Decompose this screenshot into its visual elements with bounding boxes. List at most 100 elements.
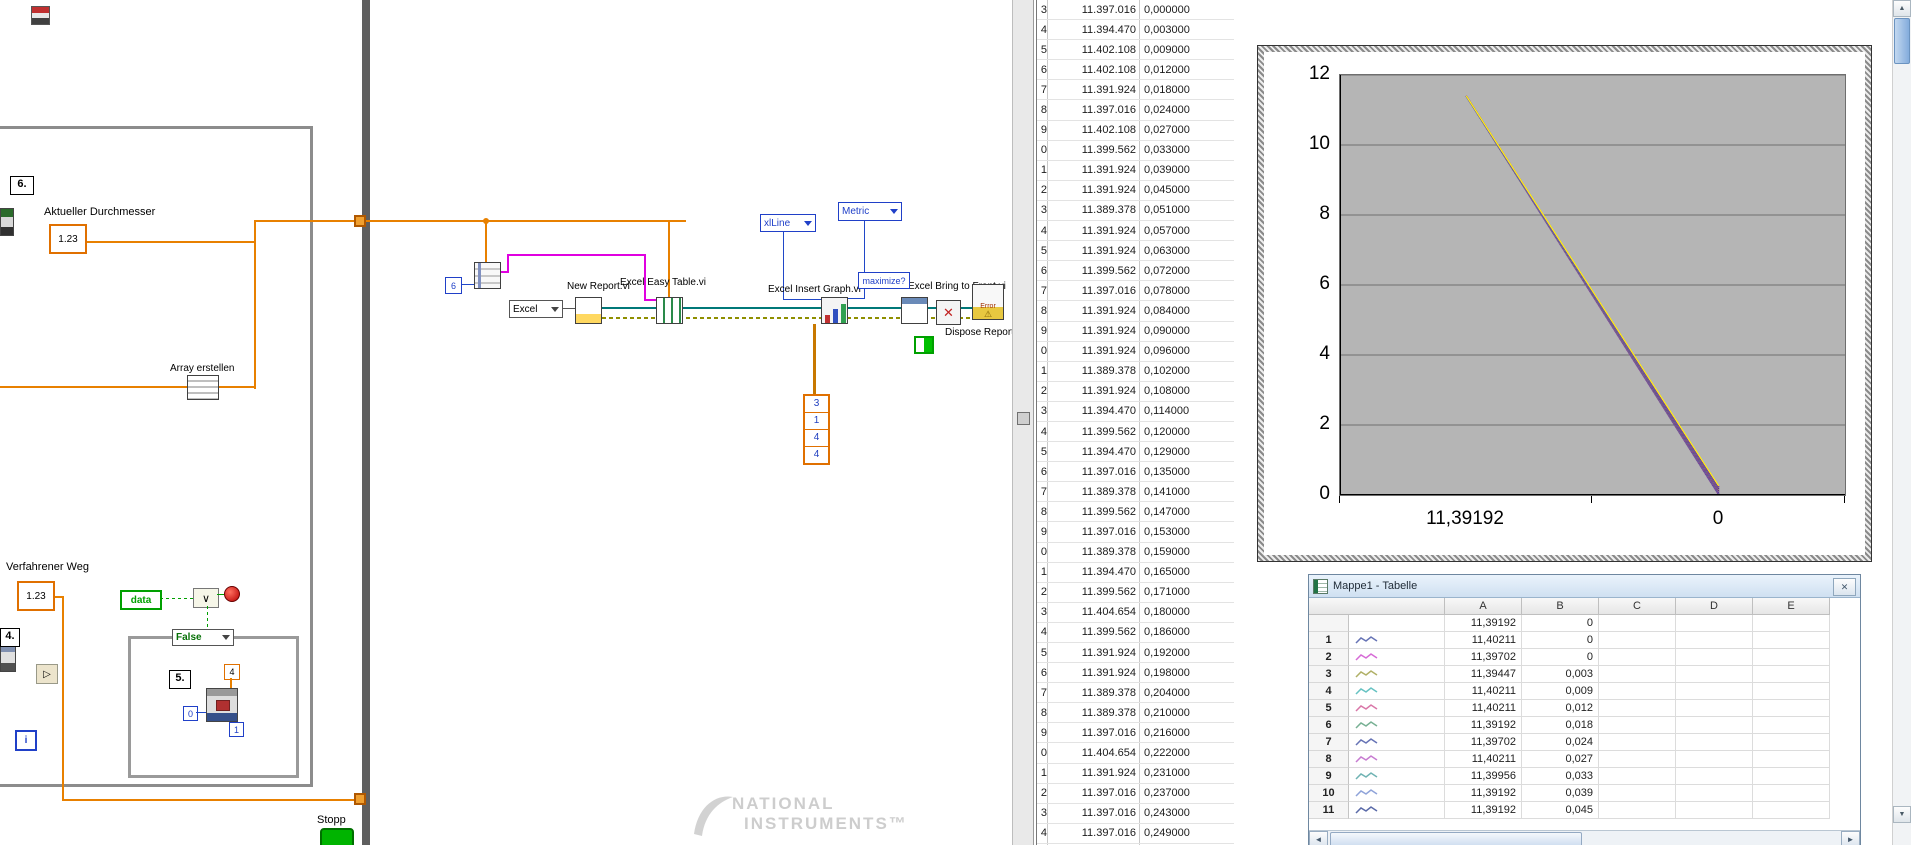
worksheet-row[interactable]: 2 11,39702 0: [1309, 649, 1860, 666]
case-selector[interactable]: False: [172, 629, 234, 646]
array-element[interactable]: 4: [805, 430, 828, 447]
cell-e[interactable]: [1753, 649, 1830, 666]
cell-b[interactable]: 0,012: [1522, 700, 1599, 717]
scroll-up-button[interactable]: ▲: [1893, 0, 1911, 17]
partial-terminal-icon[interactable]: [0, 208, 14, 236]
worksheet-row[interactable]: 9 11,39956 0,033: [1309, 768, 1860, 785]
pane-splitter[interactable]: [1012, 0, 1034, 845]
cell-a[interactable]: 11,40211: [1445, 683, 1522, 700]
splitter-handle[interactable]: [1017, 412, 1030, 425]
cell-a[interactable]: 11,39447: [1445, 666, 1522, 683]
column-header-d[interactable]: D: [1676, 598, 1753, 615]
sparkline-cell[interactable]: [1349, 683, 1445, 700]
cell-e[interactable]: [1753, 615, 1830, 632]
cell-a[interactable]: 11,39192: [1445, 802, 1522, 819]
cell-d[interactable]: [1676, 632, 1753, 649]
cell-b[interactable]: 0,024: [1522, 734, 1599, 751]
small-vi-icon[interactable]: [31, 6, 50, 25]
column-header-e[interactable]: E: [1753, 598, 1830, 615]
dispose-report-vi-icon[interactable]: ✕: [936, 300, 961, 325]
cell-c[interactable]: [1599, 768, 1676, 785]
numeric-terminal[interactable]: 1.23: [17, 581, 55, 611]
cell-b[interactable]: 0,027: [1522, 751, 1599, 768]
worksheet-row[interactable]: 10 11,39192 0,039: [1309, 785, 1860, 802]
cell-c[interactable]: [1599, 615, 1676, 632]
scroll-right-button[interactable]: ►: [1841, 831, 1860, 845]
worksheet-row[interactable]: 6 11,39192 0,018: [1309, 717, 1860, 734]
cell-a[interactable]: 11,39956: [1445, 768, 1522, 785]
stopp-boolean[interactable]: [320, 828, 354, 845]
row-header[interactable]: 8: [1309, 751, 1349, 768]
scrollbar-thumb[interactable]: [1894, 18, 1910, 64]
worksheet-row[interactable]: 11,39192 0: [1309, 615, 1860, 632]
cell-d[interactable]: [1676, 649, 1753, 666]
cell-a[interactable]: 11,39702: [1445, 734, 1522, 751]
cell-b[interactable]: 0,018: [1522, 717, 1599, 734]
cell-a[interactable]: 11,39702: [1445, 649, 1522, 666]
array-element[interactable]: 4: [805, 447, 828, 463]
cell-a[interactable]: 11,40211: [1445, 751, 1522, 768]
row-header[interactable]: [1309, 615, 1349, 632]
cell-e[interactable]: [1753, 683, 1830, 700]
sparkline-cell[interactable]: [1349, 649, 1445, 666]
numeric-constant-0[interactable]: 0: [183, 706, 198, 721]
chart-window[interactable]: 0 2 4 6 8 10 12 11,39192 0: [1257, 45, 1872, 562]
cell-b[interactable]: 0: [1522, 632, 1599, 649]
numeric-constant-4[interactable]: 4: [224, 664, 240, 680]
boolean-constant[interactable]: [914, 336, 934, 354]
worksheet-window[interactable]: Mappe1 - Tabelle ✕ A B C D E 11,39192 0 1 1…: [1308, 574, 1861, 845]
cell-c[interactable]: [1599, 734, 1676, 751]
close-button[interactable]: ✕: [1833, 578, 1856, 596]
scroll-left-button[interactable]: ◄: [1309, 831, 1328, 845]
cell-d[interactable]: [1676, 734, 1753, 751]
iteration-terminal[interactable]: i: [15, 730, 37, 751]
stop-led-icon[interactable]: [224, 586, 240, 602]
sparkline-cell[interactable]: [1349, 666, 1445, 683]
right-scrollbar[interactable]: ▲ ▼: [1892, 0, 1911, 845]
array-element[interactable]: 1: [805, 413, 828, 430]
column-header-b[interactable]: B: [1522, 598, 1599, 615]
horizontal-scrollbar[interactable]: ◄ ►: [1309, 830, 1860, 845]
cell-b[interactable]: 0,045: [1522, 802, 1599, 819]
sparkline-cell[interactable]: [1349, 734, 1445, 751]
array-constant[interactable]: 3 1 4 4: [803, 394, 830, 465]
measurement-table[interactable]: 3 11.397.016 0,000000 4 11.394.470 0,003000 5 1…: [1036, 0, 1234, 845]
worksheet-row[interactable]: 3 11,39447 0,003: [1309, 666, 1860, 683]
cell-b[interactable]: 0,033: [1522, 768, 1599, 785]
cell-e[interactable]: [1753, 751, 1830, 768]
array-element[interactable]: 3: [805, 396, 828, 413]
greater-node[interactable]: ▷: [36, 664, 58, 684]
xlline-ring-selector[interactable]: xlLine: [760, 214, 816, 232]
row-header[interactable]: 2: [1309, 649, 1349, 666]
cell-d[interactable]: [1676, 751, 1753, 768]
cell-a[interactable]: 11,39192: [1445, 615, 1522, 632]
numeric-constant-1[interactable]: 1: [229, 722, 244, 737]
cell-b[interactable]: 0: [1522, 615, 1599, 632]
column-header-a[interactable]: A: [1445, 598, 1522, 615]
cell-e[interactable]: [1753, 666, 1830, 683]
worksheet-titlebar[interactable]: Mappe1 - Tabelle ✕: [1309, 575, 1860, 598]
row-header[interactable]: 10: [1309, 785, 1349, 802]
row-header[interactable]: 4: [1309, 683, 1349, 700]
cell-d[interactable]: [1676, 666, 1753, 683]
worksheet-row[interactable]: 5 11,40211 0,012: [1309, 700, 1860, 717]
cell-e[interactable]: [1753, 700, 1830, 717]
cell-c[interactable]: [1599, 785, 1676, 802]
sparkline-cell[interactable]: [1349, 615, 1445, 632]
sparkline-cell[interactable]: [1349, 802, 1445, 819]
format-array-node-icon[interactable]: [474, 262, 501, 289]
sparkline-cell[interactable]: [1349, 717, 1445, 734]
cell-d[interactable]: [1676, 683, 1753, 700]
worksheet-row[interactable]: 1 11,40211 0: [1309, 632, 1860, 649]
cell-e[interactable]: [1753, 768, 1830, 785]
cell-a[interactable]: 11,39192: [1445, 785, 1522, 802]
corner-header[interactable]: [1309, 598, 1445, 615]
cell-b[interactable]: 0,039: [1522, 785, 1599, 802]
excel-easy-table-vi-icon[interactable]: [656, 297, 683, 324]
worksheet-row[interactable]: 11 11,39192 0,045: [1309, 802, 1860, 819]
cell-c[interactable]: [1599, 632, 1676, 649]
cell-d[interactable]: [1676, 717, 1753, 734]
cell-c[interactable]: [1599, 666, 1676, 683]
row-header[interactable]: 5: [1309, 700, 1349, 717]
cell-a[interactable]: 11,39192: [1445, 717, 1522, 734]
